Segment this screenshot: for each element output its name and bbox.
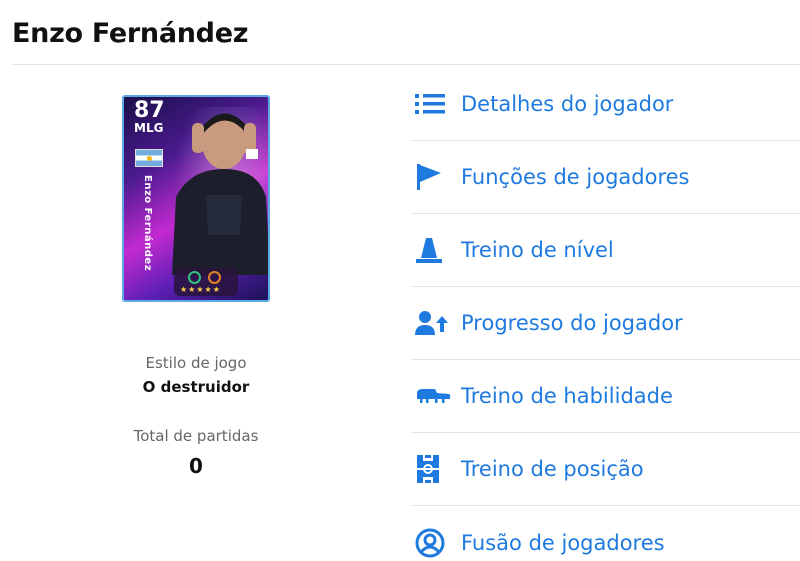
menu-item-label: Fusão de jogadores — [461, 530, 665, 555]
menu-item-label: Treino de nível — [461, 238, 614, 262]
argentina-flag-icon — [135, 149, 163, 167]
star-rating-icon: ★★★★★ — [180, 285, 221, 294]
menu-item-position-training[interactable]: Treino de posição — [411, 433, 800, 506]
menu-item-player-details[interactable]: Detalhes do jogador — [411, 68, 800, 141]
matches-value: 0 — [189, 454, 203, 478]
pitch-icon — [411, 454, 451, 484]
menu-item-player-fusion[interactable]: Fusão de jogadores — [411, 506, 800, 561]
skill-badge-icon — [188, 271, 201, 284]
flag-icon — [411, 162, 451, 192]
menu-item-player-progress[interactable]: Progresso do jogador — [411, 287, 800, 360]
menu-item-label: Treino de habilidade — [461, 384, 673, 408]
card-position: MLG — [134, 121, 164, 135]
menu-item-player-roles[interactable]: Funções de jogadores — [411, 141, 800, 214]
menu-item-label: Treino de posição — [461, 457, 644, 481]
menu-item-label: Funções de jogadores — [461, 165, 690, 189]
menu-item-label: Detalhes do jogador — [461, 92, 674, 116]
cone-icon — [411, 235, 451, 265]
page-title: Enzo Fernández — [12, 18, 249, 49]
player-card[interactable]: 87 MLG Enzo Fernández ★★★★★ — [122, 95, 270, 302]
matches-label: Total de partidas — [133, 427, 259, 445]
play-style-label: Estilo de jogo — [145, 354, 247, 372]
card-rating: 87 — [134, 98, 165, 123]
player-photo — [172, 113, 268, 275]
menu-item-skill-training[interactable]: Treino de habilidade — [411, 360, 800, 433]
card-player-name: Enzo Fernández — [142, 175, 153, 272]
list-icon — [411, 89, 451, 119]
person-circle-icon — [411, 528, 451, 558]
skill-badge-icon — [208, 271, 221, 284]
menu-item-label: Progresso do jogador — [461, 311, 683, 335]
menu-item-level-training[interactable]: Treino de nível — [411, 214, 800, 287]
person-up-icon — [411, 308, 451, 338]
play-style-value: O destruidor — [142, 378, 250, 396]
card-badges: ★★★★★ — [174, 268, 238, 296]
boot-icon — [411, 381, 451, 411]
player-actions-menu: Detalhes do jogador Funções de jogadores… — [411, 68, 800, 561]
header-divider — [12, 64, 800, 65]
